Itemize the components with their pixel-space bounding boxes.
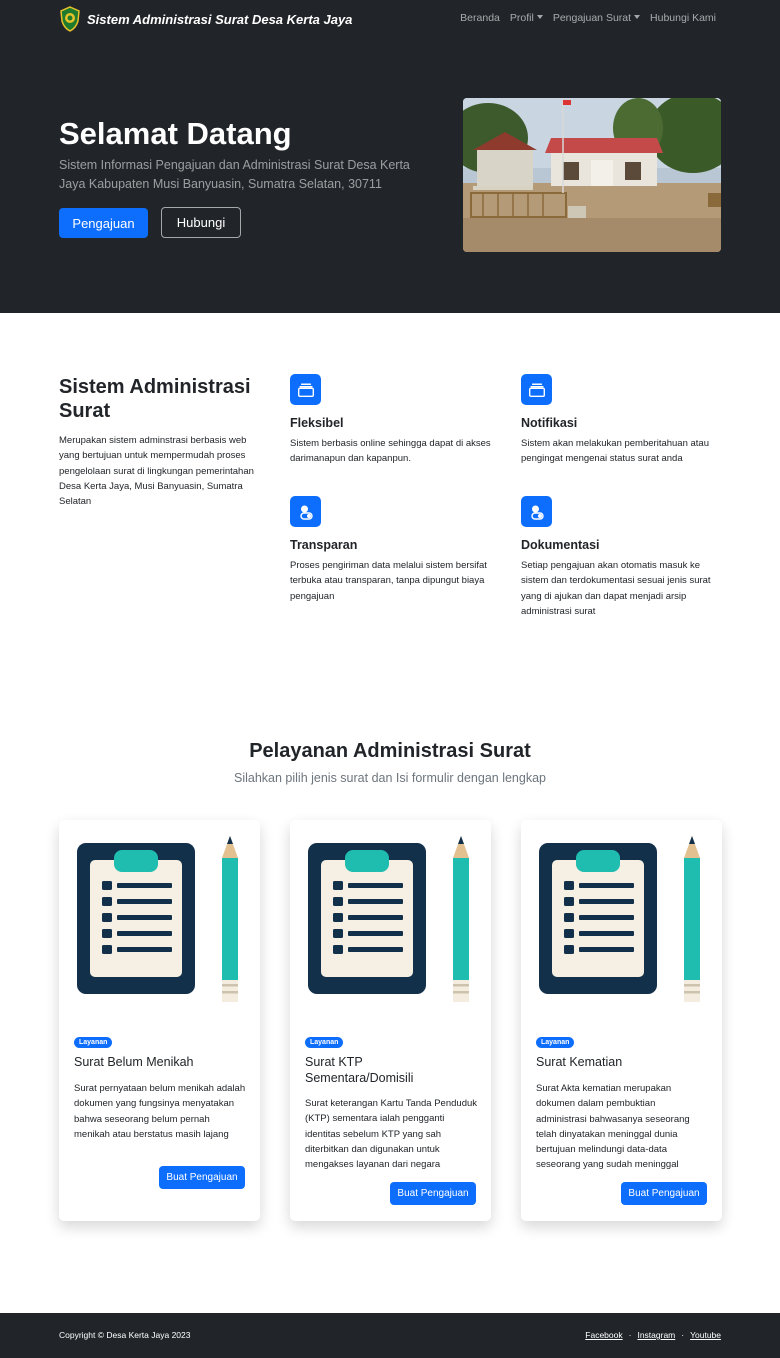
clipboard-illustration xyxy=(308,836,469,1002)
footer: Copyright © Desa Kerta Jaya 2023 Faceboo… xyxy=(0,1313,780,1358)
service-badge: Layanan xyxy=(305,1037,344,1048)
features-description: Merupakan sistem adminstrasi berbasis we… xyxy=(59,435,254,508)
feature-name: Notifikasi xyxy=(521,416,578,430)
separator: · xyxy=(681,1330,685,1340)
feature-fleksibel: Fleksibel Sistem berbasis online sehingg… xyxy=(290,374,495,467)
caret-down-icon xyxy=(634,15,641,19)
service-title: Surat Belum Menikah xyxy=(74,1055,194,1069)
toggles-icon xyxy=(290,496,321,527)
village-office-photo xyxy=(463,98,721,252)
nav-dropdown-label: Pengajuan Surat xyxy=(552,12,632,24)
feature-text: Sistem berbasis online sehingga dapat di… xyxy=(290,438,491,465)
nav-link-hubungi-kami[interactable]: Hubungi Kami xyxy=(650,12,716,24)
feature-text: Sistem akan melakukan pemberitahuan atau… xyxy=(521,438,710,465)
service-text: Surat keterangan Kartu Tanda Penduduk (K… xyxy=(305,1098,478,1171)
buat-pengajuan-button[interactable]: Buat Pengajuan xyxy=(159,1166,245,1189)
brand-title: Sistem Administrasi Surat Desa Kerta Jay… xyxy=(87,11,353,27)
feature-name: Dokumentasi xyxy=(521,538,600,552)
clipboard-illustration xyxy=(539,836,700,1002)
features-title: Sistem Administrasi Surat xyxy=(59,376,251,422)
feature-name: Transparan xyxy=(290,538,358,552)
collection-icon xyxy=(290,374,321,405)
services-title: Pelayanan Administrasi Surat xyxy=(249,740,531,762)
hero-section: Selamat Datang Sistem Informasi Pengajua… xyxy=(0,40,780,313)
brand[interactable]: Sistem Administrasi Surat Desa Kerta Jay… xyxy=(59,6,352,32)
village-emblem-icon xyxy=(60,6,80,32)
nav-menu: Beranda Profil Pengajuan Surat Hubungi K… xyxy=(460,12,716,24)
service-text: Surat pernyataan belum menikah adalah do… xyxy=(74,1083,246,1140)
service-card-belum-menikah: Layanan Surat Belum Menikah Surat pernya… xyxy=(59,820,260,1221)
caret-down-icon xyxy=(536,15,543,19)
nav-dropdown-profil[interactable]: Profil xyxy=(510,12,543,24)
copyright: Copyright © Desa Kerta Jaya 2023 xyxy=(59,1330,191,1340)
clipboard-illustration xyxy=(77,836,238,1002)
facebook-link[interactable]: Facebook xyxy=(585,1330,622,1340)
hero-title: Selamat Datang xyxy=(59,116,292,151)
feature-text: Proses pengiriman data melalui sistem be… xyxy=(290,560,487,602)
pengajuan-button[interactable]: Pengajuan xyxy=(59,208,148,238)
services-lead: Silahkan pilih jenis surat dan Isi formu… xyxy=(234,771,546,785)
nav-dropdown-pengajuan-surat[interactable]: Pengajuan Surat xyxy=(552,12,641,24)
social-links: Facebook · Instagram · Youtube xyxy=(585,1330,721,1340)
service-title: Surat Kematian xyxy=(536,1055,623,1069)
nav-link-beranda[interactable]: Beranda xyxy=(460,12,500,24)
buat-pengajuan-button[interactable]: Buat Pengajuan xyxy=(390,1182,476,1205)
hubungi-button[interactable]: Hubungi xyxy=(161,207,241,238)
feature-notifikasi: Notifikasi Sistem akan melakukan pemberi… xyxy=(521,374,726,467)
instagram-link[interactable]: Instagram xyxy=(637,1330,675,1340)
service-title: Surat KTP Sementara/Domisili xyxy=(305,1055,414,1085)
feature-name: Fleksibel xyxy=(290,416,344,430)
service-badge: Layanan xyxy=(536,1037,575,1048)
youtube-link[interactable]: Youtube xyxy=(690,1330,721,1340)
service-card-kematian: Layanan Surat Kematian Surat Akta kemati… xyxy=(521,820,722,1221)
collection-icon xyxy=(521,374,552,405)
separator: · xyxy=(628,1330,632,1340)
service-badge: Layanan xyxy=(74,1037,113,1048)
feature-text: Setiap pengajuan akan otomatis masuk ke … xyxy=(521,560,711,617)
feature-dokumentasi: Dokumentasi Setiap pengajuan akan otomat… xyxy=(521,496,726,619)
nav-dropdown-label: Profil xyxy=(509,12,534,24)
service-card-ktp-sementara: Layanan Surat KTP Sementara/Domisili Sur… xyxy=(290,820,491,1221)
navbar: Sistem Administrasi Surat Desa Kerta Jay… xyxy=(0,0,780,40)
hero-lead: Sistem Informasi Pengajuan dan Administr… xyxy=(59,158,410,191)
toggles-icon xyxy=(521,496,552,527)
service-text: Surat Akta kematian merupakan dokumen da… xyxy=(536,1083,690,1171)
buat-pengajuan-button[interactable]: Buat Pengajuan xyxy=(621,1182,707,1205)
feature-transparan: Transparan Proses pengiriman data melalu… xyxy=(290,496,495,604)
